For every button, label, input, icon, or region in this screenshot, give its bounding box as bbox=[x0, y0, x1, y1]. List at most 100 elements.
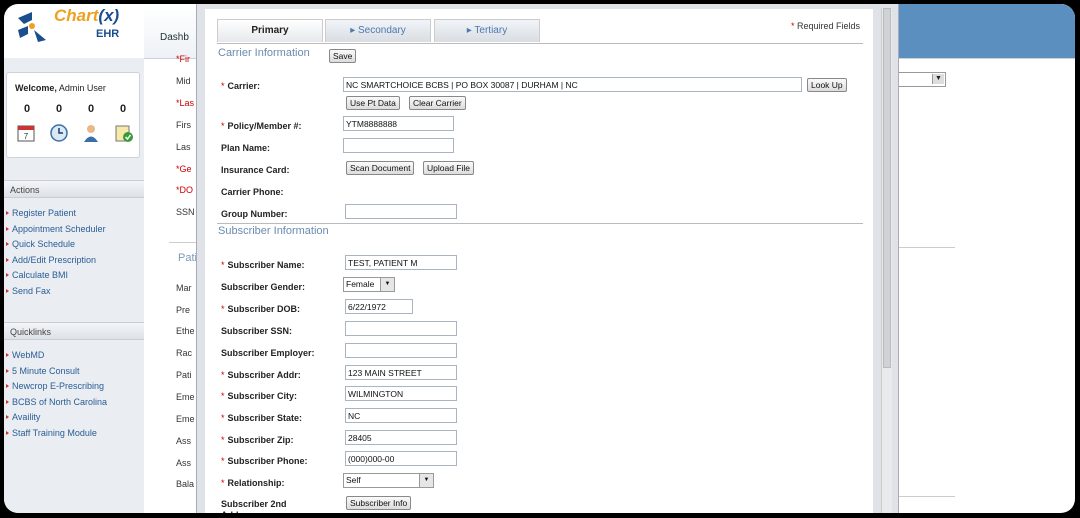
link-register-patient[interactable]: Register Patient bbox=[4, 208, 144, 224]
bg-label: SSN bbox=[176, 207, 195, 217]
subscriber-2nd-address-label: Subscriber 2nd Address: bbox=[221, 499, 287, 513]
carrier-phone-label: Carrier Phone: bbox=[221, 187, 284, 197]
chevron-down-icon: ▼ bbox=[932, 74, 944, 84]
bg-label: Pre bbox=[176, 305, 191, 315]
carrier-label: * Carrier: bbox=[221, 81, 261, 91]
subscriber-employer-field[interactable] bbox=[345, 343, 457, 358]
link-add-edit-prescription[interactable]: Add/Edit Prescription bbox=[4, 255, 144, 271]
scrollbar-thumb[interactable] bbox=[883, 8, 891, 368]
relationship-select[interactable]: Self ▼ bbox=[343, 473, 434, 488]
divider bbox=[217, 43, 863, 44]
subscriber-state-label: * Subscriber State: bbox=[221, 413, 303, 423]
bg-label: Las bbox=[176, 142, 191, 152]
subscriber-name-field[interactable]: TEST, PATIENT M bbox=[345, 255, 457, 270]
tab-primary[interactable]: Primary bbox=[217, 19, 323, 42]
divider bbox=[897, 247, 955, 248]
welcome-panel: Welcome, Admin User 0 0 0 0 7 bbox=[6, 72, 140, 158]
bg-label: Ethe bbox=[176, 326, 195, 336]
subscriber-city-field[interactable]: WILMINGTON bbox=[345, 386, 457, 401]
quicklinks-header: Quicklinks bbox=[4, 322, 144, 340]
subscriber-info-button[interactable]: Subscriber Info bbox=[346, 496, 412, 510]
bg-label: *DO bbox=[176, 185, 194, 195]
count-clock: 0 bbox=[55, 103, 63, 115]
subscriber-name-label: * Subscriber Name: bbox=[221, 260, 305, 270]
link-quick-schedule[interactable]: Quick Schedule bbox=[4, 239, 144, 255]
bg-label: Eme bbox=[176, 392, 195, 402]
scan-document-button[interactable]: Scan Document bbox=[346, 161, 415, 175]
bg-label: Eme bbox=[176, 414, 195, 424]
brand-subtitle: EHR bbox=[96, 28, 120, 40]
link-bcbs-nc[interactable]: BCBS of North Carolina bbox=[4, 397, 144, 413]
subscriber-phone-field[interactable]: (000)000-00 bbox=[345, 451, 457, 466]
divider bbox=[169, 242, 197, 243]
divider bbox=[217, 223, 863, 224]
background-dropdown[interactable]: ▼ bbox=[898, 72, 946, 87]
bg-label: Mar bbox=[176, 283, 192, 293]
subscriber-phone-label: * Subscriber Phone: bbox=[221, 456, 308, 466]
lookup-button[interactable]: Look Up bbox=[807, 78, 847, 92]
chevron-down-icon: ▼ bbox=[380, 278, 394, 291]
subscriber-gender-label: Subscriber Gender: bbox=[221, 282, 306, 292]
relationship-label: * Relationship: bbox=[221, 478, 285, 488]
subscriber-addr-field[interactable]: 123 MAIN STREET bbox=[345, 365, 457, 380]
insurance-card-label: Insurance Card: bbox=[221, 165, 290, 175]
notification-icons: 7 bbox=[15, 123, 135, 143]
background-section-title: Pati bbox=[178, 252, 197, 264]
tab-dashboard[interactable]: Dashb bbox=[160, 32, 189, 43]
link-send-fax[interactable]: Send Fax bbox=[4, 286, 144, 302]
plan-name-label: Plan Name: bbox=[221, 143, 271, 153]
svg-text:7: 7 bbox=[24, 132, 29, 141]
bg-label: *Fir bbox=[176, 54, 190, 64]
save-button[interactable]: Save bbox=[329, 49, 357, 63]
insurance-form: Primary ▸ Secondary ▸ Tertiary * Require… bbox=[205, 9, 873, 513]
bg-label: Mid bbox=[176, 76, 191, 86]
subscriber-zip-label: * Subscriber Zip: bbox=[221, 435, 294, 445]
subscriber-city-label: * Subscriber City: bbox=[221, 391, 298, 401]
welcome-text: Welcome, Admin User bbox=[15, 83, 106, 93]
bg-label: Ass bbox=[176, 436, 192, 446]
carrier-field[interactable]: NC SMARTCHOICE BCBS | PO BOX 30087 | DUR… bbox=[343, 77, 802, 92]
subscriber-gender-select[interactable]: Female ▼ bbox=[343, 277, 395, 292]
subscriber-ssn-field[interactable] bbox=[345, 321, 457, 336]
subscriber-dob-field[interactable]: 6/22/1972 bbox=[345, 299, 413, 314]
bg-label: Pati bbox=[176, 370, 192, 380]
bg-label: Bala bbox=[176, 479, 195, 489]
subscriber-employer-label: Subscriber Employer: bbox=[221, 348, 315, 358]
link-newcrop[interactable]: Newcrop E-Prescribing bbox=[4, 381, 144, 397]
bg-label: Rac bbox=[176, 348, 193, 358]
link-5-minute-consult[interactable]: 5 Minute Consult bbox=[4, 366, 144, 382]
subscriber-ssn-label: Subscriber SSN: bbox=[221, 326, 293, 336]
screen: Chart(x) EHR Dashb ▼ Welcome, Admin User… bbox=[4, 4, 1075, 513]
calendar-icon[interactable]: 7 bbox=[15, 123, 37, 143]
policy-label: * Policy/Member #: bbox=[221, 121, 302, 131]
tab-secondary[interactable]: ▸ Secondary bbox=[325, 19, 431, 42]
count-tasks: 0 bbox=[119, 103, 127, 115]
policy-field[interactable]: YTM8888888 bbox=[343, 116, 454, 131]
bg-label: Ass bbox=[176, 458, 192, 468]
actions-list: Register Patient Appointment Scheduler Q… bbox=[4, 208, 144, 301]
plan-name-field[interactable] bbox=[343, 138, 454, 153]
required-fields-note: * Required Fields bbox=[790, 21, 860, 31]
user-icon[interactable] bbox=[80, 123, 102, 143]
subscriber-addr-label: * Subscriber Addr: bbox=[221, 370, 301, 380]
app-logo[interactable]: Chart(x) EHR bbox=[8, 4, 148, 56]
clear-carrier-button[interactable]: Clear Carrier bbox=[409, 96, 466, 110]
modal-scrollbar[interactable] bbox=[881, 8, 892, 513]
link-webmd[interactable]: WebMD bbox=[4, 350, 144, 366]
tab-tertiary[interactable]: ▸ Tertiary bbox=[434, 19, 540, 42]
use-pt-data-button[interactable]: Use Pt Data bbox=[346, 96, 400, 110]
subscriber-zip-field[interactable]: 28405 bbox=[345, 430, 457, 445]
clock-icon[interactable] bbox=[48, 123, 70, 143]
group-number-label: Group Number: bbox=[221, 209, 288, 219]
bg-label: *Ge bbox=[176, 164, 192, 174]
quicklinks-list: WebMD 5 Minute Consult Newcrop E-Prescri… bbox=[4, 350, 144, 443]
upload-file-button[interactable]: Upload File bbox=[423, 161, 474, 175]
actions-header: Actions bbox=[4, 180, 144, 198]
group-number-field[interactable] bbox=[345, 204, 457, 219]
link-staff-training[interactable]: Staff Training Module bbox=[4, 428, 144, 444]
link-appointment-scheduler[interactable]: Appointment Scheduler bbox=[4, 224, 144, 240]
link-availity[interactable]: Availity bbox=[4, 412, 144, 428]
tasks-icon[interactable] bbox=[113, 123, 135, 143]
link-calculate-bmi[interactable]: Calculate BMI bbox=[4, 270, 144, 286]
subscriber-state-field[interactable]: NC bbox=[345, 408, 457, 423]
